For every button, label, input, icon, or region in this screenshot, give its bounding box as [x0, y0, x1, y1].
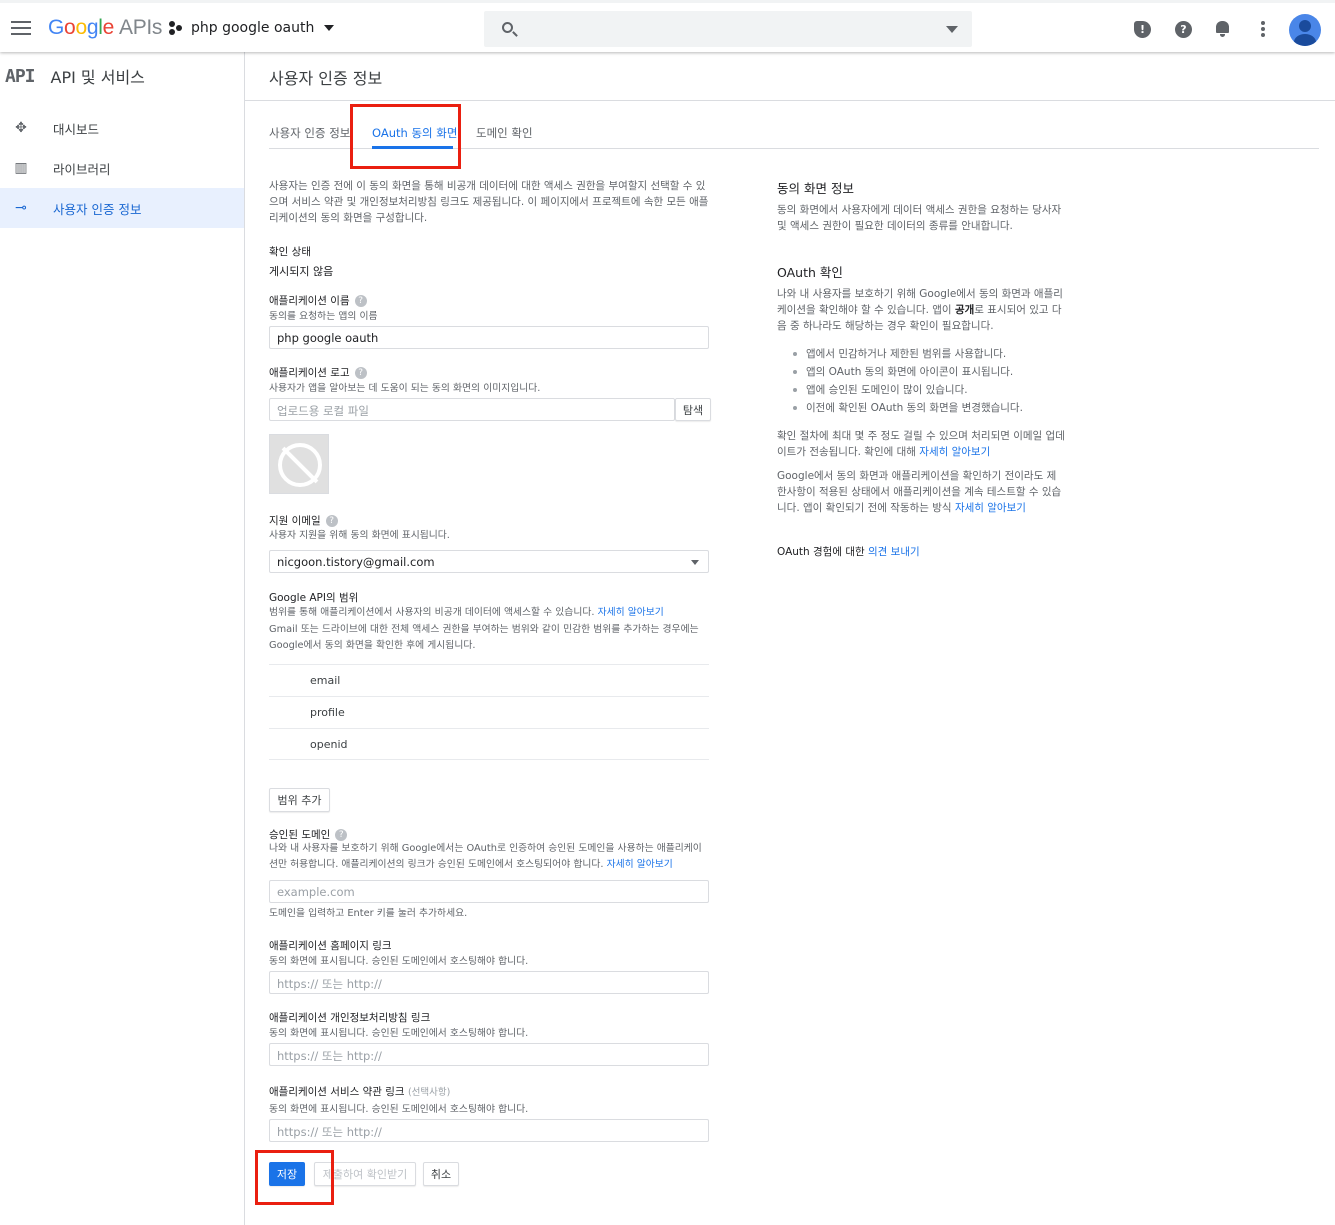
tab-bar: 사용자 인증 정보 OAuth 동의 화면 도메인 확인: [269, 116, 1319, 149]
app-name-input[interactable]: php google oauth: [269, 326, 709, 349]
consent-info-text: 동의 화면에서 사용자에게 데이터 액세스 권한을 요청하는 당사자 및 액세스…: [777, 204, 1062, 232]
support-email-select[interactable]: nicgoon.tistory@gmail.com: [269, 550, 709, 573]
sidebar: API API 및 서비스 ✥ 대시보드 ▥ 라이브러리 ⊸ 사용자 인증 정보: [0, 52, 245, 1225]
tab-credentials[interactable]: 사용자 인증 정보: [269, 125, 350, 141]
domains-hint: 도메인을 입력하고 Enter 키를 눌러 추가하세요.: [269, 908, 468, 919]
verification-reasons-list: 앱에서 민감하거나 제한된 범위를 사용합니다. 앱의 OAuth 동의 화면에…: [777, 345, 1065, 417]
send-feedback-link[interactable]: 의견 보내기: [868, 546, 920, 558]
chevron-down-icon: [324, 25, 335, 31]
verification-process-text: 확인 절차에 최대 몇 주 정도 걸릴 수 있으며 처리되면 이메일 업데이트가…: [777, 430, 1065, 458]
dashboard-icon: ✥: [15, 120, 27, 136]
sidebar-item-credentials[interactable]: ⊸ 사용자 인증 정보: [0, 188, 244, 228]
support-email-sub: 사용자 지원을 위해 동의 화면에 표시됩니다.: [269, 530, 450, 541]
project-dots-icon: [169, 21, 185, 35]
add-scope-button[interactable]: 범위 추가: [269, 788, 330, 812]
tos-label: 애플리케이션 서비스 약관 링크 (선택사항): [269, 1086, 451, 1098]
help-icon[interactable]: ?: [335, 829, 348, 841]
help-icon[interactable]: ?: [1175, 21, 1192, 38]
domains-learn-more-link[interactable]: 자세히 알아보기: [607, 859, 673, 870]
scope-row: openid: [269, 728, 709, 760]
list-item: 앱에 승인된 도메인이 많이 있습니다.: [777, 381, 1065, 399]
feedback-icon[interactable]: !: [1134, 21, 1151, 38]
project-name: php google oauth: [191, 20, 315, 36]
testing-learn-more-link[interactable]: 자세히 알아보기: [955, 502, 1026, 514]
save-button[interactable]: 저장: [269, 1162, 305, 1186]
domains-input[interactable]: example.com: [269, 880, 709, 903]
help-icon[interactable]: ?: [325, 515, 338, 527]
testing-text: Google에서 동의 화면과 애플리케이션을 확인하기 전이라도 제한사항이 …: [777, 470, 1062, 514]
scope-row: profile: [269, 696, 709, 728]
homepage-label: 애플리케이션 홈페이지 링크: [269, 940, 392, 952]
list-item: 앱의 OAuth 동의 화면에 아이콘이 표시됩니다.: [777, 363, 1065, 381]
homepage-input[interactable]: https:// 또는 http://: [269, 971, 709, 994]
search-bar[interactable]: [484, 11, 972, 47]
tos-input[interactable]: https:// 또는 http://: [269, 1119, 709, 1142]
logo-file-input[interactable]: 업로드용 로컬 파일: [269, 398, 675, 421]
scopes-learn-more-link[interactable]: 자세히 알아보기: [598, 607, 664, 618]
sidebar-header: API API 및 서비스: [0, 52, 244, 100]
help-icon[interactable]: ?: [354, 367, 367, 379]
help-icon[interactable]: ?: [354, 295, 367, 307]
privacy-sub: 동의 화면에 표시됩니다. 승인된 도메인에서 호스팅해야 합니다.: [269, 1028, 529, 1039]
app-logo-sub: 사용자가 앱을 알아보는 데 도움이 되는 동의 화면의 이미지입니다.: [269, 383, 541, 394]
app-name-sub: 동의를 요청하는 앱의 이름: [269, 311, 378, 322]
privacy-input[interactable]: https:// 또는 http://: [269, 1043, 709, 1066]
sidebar-item-label: 사용자 인증 정보: [53, 201, 142, 217]
status-label: 확인 상태: [269, 246, 311, 258]
browse-button[interactable]: 탐색: [675, 398, 711, 421]
account-avatar[interactable]: [1289, 14, 1321, 46]
scope-row: email: [269, 664, 709, 696]
sidebar-item-label: 라이브러리: [53, 161, 111, 177]
tos-sub: 동의 화면에 표시됩니다. 승인된 도메인에서 호스팅해야 합니다.: [269, 1104, 529, 1115]
library-icon: ▥: [14, 160, 28, 176]
domains-sub: 나와 내 사용자를 보호하기 위해 Google에서는 OAuth로 인증하여 …: [269, 843, 702, 870]
google-apis-logo[interactable]: Google APIs: [48, 16, 162, 40]
list-item: 이전에 확인된 OAuth 동의 화면을 변경했습니다.: [777, 399, 1065, 417]
notifications-icon[interactable]: [1216, 21, 1229, 37]
sidebar-item-label: 대시보드: [53, 121, 100, 137]
search-icon: [502, 22, 513, 33]
app-logo-label: 애플리케이션 로고?: [269, 365, 367, 380]
chevron-down-icon: [691, 560, 699, 565]
list-item: 앱에서 민감하거나 제한된 범위를 사용합니다.: [777, 345, 1065, 363]
sidebar-item-dashboard[interactable]: ✥ 대시보드: [0, 108, 244, 148]
api-badge-icon: API: [5, 65, 35, 87]
app-name-label: 애플리케이션 이름?: [269, 293, 367, 308]
status-value: 게시되지 않음: [269, 265, 334, 278]
sidebar-item-library[interactable]: ▥ 라이브러리: [0, 148, 244, 188]
support-email-label: 지원 이메일?: [269, 513, 338, 528]
active-tab-indicator: [372, 146, 453, 149]
consent-info-title: 동의 화면 정보: [777, 181, 854, 196]
search-dropdown-icon[interactable]: [946, 26, 958, 33]
cancel-button[interactable]: 취소: [423, 1162, 459, 1186]
feedback-text: OAuth 경험에 대한 의견 보내기: [777, 546, 920, 558]
oauth-verification-title: OAuth 확인: [777, 265, 843, 280]
process-learn-more-link[interactable]: 자세히 알아보기: [919, 446, 990, 458]
privacy-label: 애플리케이션 개인정보처리방침 링크: [269, 1012, 431, 1024]
scopes-sub: 범위를 통해 애플리케이션에서 사용자의 비공개 데이터에 액세스할 수 있습니…: [269, 607, 664, 618]
more-vert-icon[interactable]: [1261, 21, 1265, 37]
scopes-note: Gmail 또는 드라이브에 대한 전체 액세스 권한을 부여하는 범위와 같이…: [269, 624, 699, 651]
tab-oauth-consent[interactable]: OAuth 동의 화면: [372, 125, 457, 141]
oauth-verification-text: 나와 내 사용자를 보호하기 위해 Google에서 동의 화면과 애플리케이션…: [777, 288, 1063, 332]
tab-domain-verification[interactable]: 도메인 확인: [476, 125, 533, 141]
logo-placeholder-image: [269, 434, 329, 494]
scopes-label: Google API의 범위: [269, 592, 359, 604]
page-title: 사용자 인증 정보: [245, 52, 1335, 101]
project-selector[interactable]: php google oauth: [169, 20, 335, 36]
menu-icon[interactable]: [11, 21, 31, 35]
top-app-bar: Google APIs php google oauth ! ?: [0, 0, 1335, 52]
homepage-sub: 동의 화면에 표시됩니다. 승인된 도메인에서 호스팅해야 합니다.: [269, 956, 529, 967]
domains-label: 승인된 도메인?: [269, 827, 348, 842]
key-icon: ⊸: [15, 200, 27, 216]
submit-for-verification-button[interactable]: 제출하여 확인받기: [314, 1162, 416, 1186]
sidebar-title: API 및 서비스: [50, 68, 145, 87]
intro-text: 사용자는 인증 전에 이 동의 화면을 통해 비공개 데이터에 대한 액세스 권…: [269, 180, 709, 224]
